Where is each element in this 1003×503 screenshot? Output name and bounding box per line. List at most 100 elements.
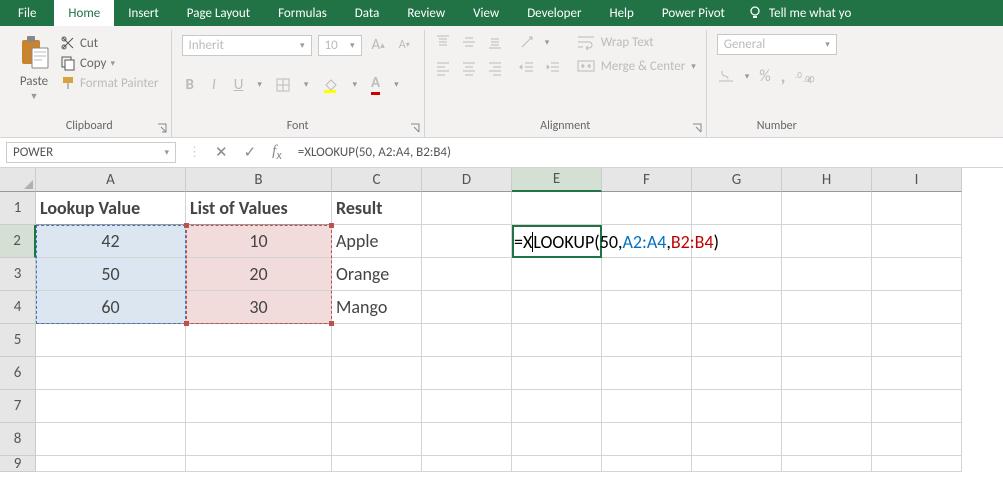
cell-h6[interactable] <box>782 357 872 390</box>
cell-a3[interactable]: 50 <box>36 258 186 291</box>
row-header-8[interactable]: 8 <box>0 423 36 456</box>
cell-a7[interactable] <box>36 390 186 423</box>
row-header-9[interactable]: 9 <box>0 456 36 472</box>
cell-i5[interactable] <box>872 324 962 357</box>
cell-d8[interactable] <box>422 423 512 456</box>
increase-indent-button[interactable] <box>545 60 561 76</box>
cell-b7[interactable] <box>186 390 332 423</box>
cell-e6[interactable] <box>512 357 602 390</box>
number-format-select[interactable]: General▾ <box>717 34 837 55</box>
cell-d4[interactable] <box>422 291 512 324</box>
font-color-button[interactable]: A <box>367 72 384 97</box>
cell-e5[interactable] <box>512 324 602 357</box>
cell-i7[interactable] <box>872 390 962 423</box>
cell-c9[interactable] <box>332 456 422 472</box>
align-left-button[interactable] <box>435 60 451 76</box>
cell-c8[interactable] <box>332 423 422 456</box>
cell-h7[interactable] <box>782 390 872 423</box>
cell-h1[interactable] <box>782 192 872 225</box>
cell-d3[interactable] <box>422 258 512 291</box>
col-header-a[interactable]: A <box>36 168 186 192</box>
cell-i1[interactable] <box>872 192 962 225</box>
col-header-g[interactable]: G <box>692 168 782 192</box>
tab-home[interactable]: Home <box>54 0 114 26</box>
name-box[interactable]: POWER▾ <box>6 142 176 163</box>
cell-h8[interactable] <box>782 423 872 456</box>
cell-g6[interactable] <box>692 357 782 390</box>
cell-g9[interactable] <box>692 456 782 472</box>
borders-button[interactable] <box>272 76 294 94</box>
col-header-d[interactable]: D <box>422 168 512 192</box>
tab-power-pivot[interactable]: Power Pivot <box>648 0 739 26</box>
tab-data[interactable]: Data <box>341 0 394 26</box>
tab-insert[interactable]: Insert <box>114 0 173 26</box>
copy-button[interactable]: Copy ▾ <box>58 54 161 72</box>
cell-h5[interactable] <box>782 324 872 357</box>
row-header-2[interactable]: 2 <box>0 225 36 258</box>
align-bottom-button[interactable] <box>487 34 503 50</box>
col-header-f[interactable]: F <box>602 168 692 192</box>
formula-bar-input[interactable]: =XLOOKUP(50, A2:A4, B2:B4) <box>290 145 451 160</box>
cell-b2[interactable]: 10 <box>186 225 332 258</box>
align-middle-button[interactable] <box>461 34 477 50</box>
cell-i6[interactable] <box>872 357 962 390</box>
cell-f8[interactable] <box>602 423 692 456</box>
row-header-1[interactable]: 1 <box>0 192 36 225</box>
row-header-7[interactable]: 7 <box>0 390 36 423</box>
cell-i9[interactable] <box>872 456 962 472</box>
cell-c3[interactable]: Orange <box>332 258 422 291</box>
cell-f7[interactable] <box>602 390 692 423</box>
cell-g8[interactable] <box>692 423 782 456</box>
cancel-formula-button[interactable]: ✕ <box>207 143 236 162</box>
cell-e4[interactable] <box>512 291 602 324</box>
increase-decimal-button[interactable]: .0.00 <box>795 68 815 84</box>
col-header-b[interactable]: B <box>186 168 332 192</box>
align-top-button[interactable] <box>435 34 451 50</box>
cell-d5[interactable] <box>422 324 512 357</box>
decrease-font-button[interactable]: A▾ <box>395 36 414 54</box>
tell-me-search[interactable]: Tell me what yo <box>747 0 851 26</box>
cell-g1[interactable] <box>692 192 782 225</box>
cell-b4[interactable]: 30 <box>186 291 332 324</box>
enter-formula-button[interactable]: ✓ <box>236 143 265 162</box>
cell-i4[interactable] <box>872 291 962 324</box>
cell-c5[interactable] <box>332 324 422 357</box>
cell-e8[interactable] <box>512 423 602 456</box>
tab-formulas[interactable]: Formulas <box>264 0 341 26</box>
cell-h3[interactable] <box>782 258 872 291</box>
decrease-indent-button[interactable] <box>519 60 535 76</box>
cell-e3[interactable] <box>512 258 602 291</box>
cell-f9[interactable] <box>602 456 692 472</box>
tab-help[interactable]: Help <box>595 0 647 26</box>
row-header-3[interactable]: 3 <box>0 258 36 291</box>
align-center-button[interactable] <box>461 60 477 76</box>
tab-review[interactable]: Review <box>393 0 459 26</box>
cell-h4[interactable] <box>782 291 872 324</box>
wrap-text-button[interactable]: Wrap Text <box>577 34 696 50</box>
fill-color-button[interactable] <box>318 75 342 95</box>
dialog-launcher-icon[interactable] <box>692 123 702 133</box>
cell-d7[interactable] <box>422 390 512 423</box>
cell-g7[interactable] <box>692 390 782 423</box>
comma-button[interactable]: , <box>781 65 786 87</box>
cell-c1[interactable]: Result <box>332 192 422 225</box>
cell-f6[interactable] <box>602 357 692 390</box>
cell-b6[interactable] <box>186 357 332 390</box>
cell-a9[interactable] <box>36 456 186 472</box>
cut-button[interactable]: Cut <box>58 34 161 52</box>
bold-button[interactable]: B <box>182 74 198 96</box>
row-header-4[interactable]: 4 <box>0 291 36 324</box>
cell-f5[interactable] <box>602 324 692 357</box>
cell-b8[interactable] <box>186 423 332 456</box>
fx-icon[interactable]: fx <box>264 143 290 163</box>
underline-button[interactable]: U <box>230 74 248 96</box>
cell-h9[interactable] <box>782 456 872 472</box>
cell-f4[interactable] <box>602 291 692 324</box>
cell-b3[interactable]: 20 <box>186 258 332 291</box>
cell-c6[interactable] <box>332 357 422 390</box>
cell-a2[interactable]: 42 <box>36 225 186 258</box>
cell-i8[interactable] <box>872 423 962 456</box>
cell-d9[interactable] <box>422 456 512 472</box>
col-header-c[interactable]: C <box>332 168 422 192</box>
accounting-format-button[interactable] <box>717 68 735 84</box>
